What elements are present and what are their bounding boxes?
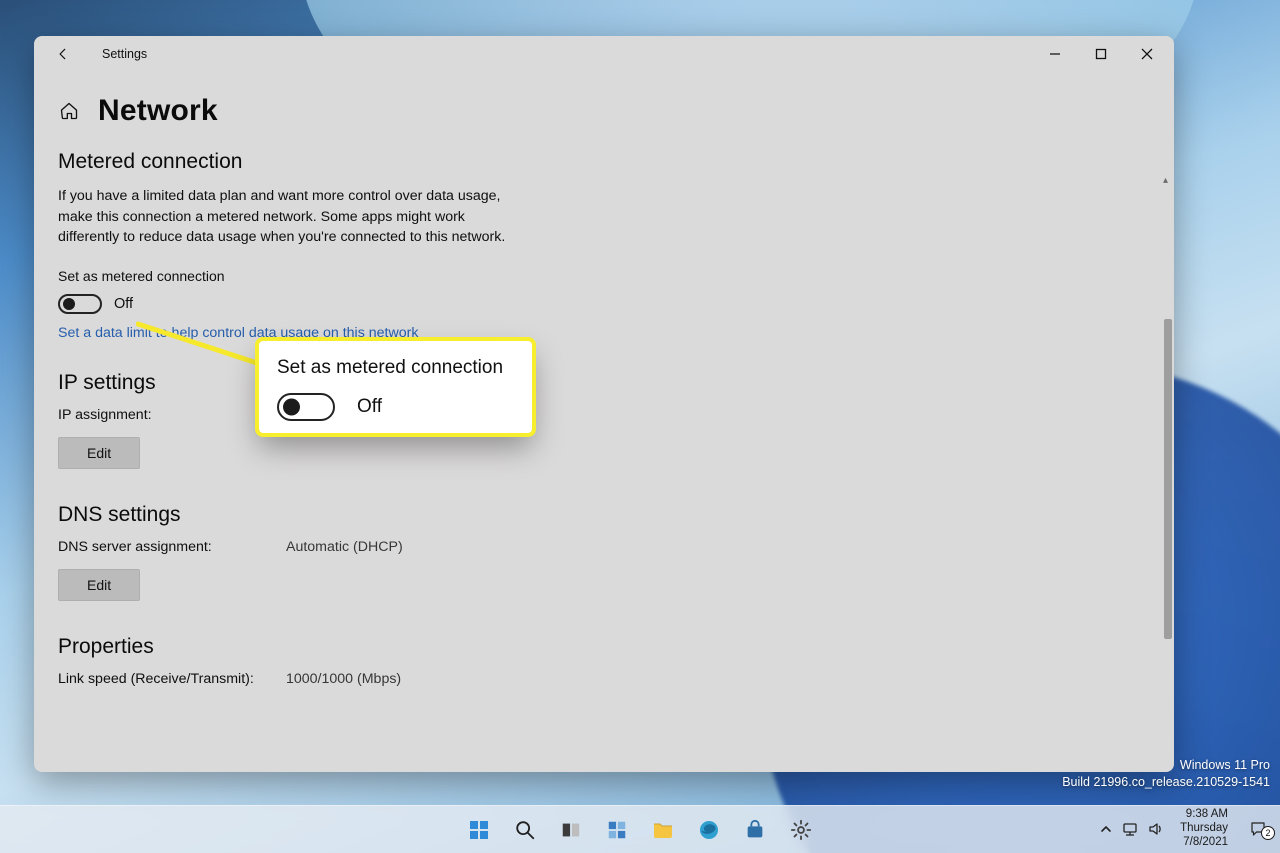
windows-logo-icon (467, 818, 491, 842)
taskbar-taskview[interactable] (554, 813, 588, 847)
page-title: Network (98, 94, 218, 128)
titlebar: Settings (34, 36, 1174, 72)
clock-day: Thursday (1180, 822, 1228, 836)
clock-date: 7/8/2021 (1180, 836, 1228, 850)
folder-icon (651, 818, 675, 842)
metered-toggle-row: Off (58, 294, 1150, 314)
taskbar-edge[interactable] (692, 813, 726, 847)
section-dns-heading: DNS settings (58, 503, 1150, 527)
dns-assignment-row: DNS server assignment: Automatic (DHCP) (58, 539, 1150, 555)
callout-title: Set as metered connection (277, 357, 514, 379)
desktop-edition: Windows 11 Pro (1062, 757, 1270, 774)
task-view-icon (560, 819, 582, 841)
edge-icon (697, 818, 721, 842)
home-icon[interactable] (58, 100, 80, 122)
page-header: Network (58, 94, 1150, 128)
dns-assignment-value: Automatic (DHCP) (286, 539, 403, 555)
arrow-left-icon (56, 47, 70, 61)
scroll-up-arrow[interactable]: ▴ (1163, 176, 1173, 186)
gear-icon (790, 819, 812, 841)
search-icon (514, 819, 536, 841)
close-button[interactable] (1124, 36, 1170, 72)
taskbar-file-explorer[interactable] (646, 813, 680, 847)
taskbar-center (462, 813, 818, 847)
minimize-icon (1049, 48, 1061, 60)
metered-description: If you have a limited data plan and want… (58, 186, 518, 248)
store-icon (744, 819, 766, 841)
link-speed-value: 1000/1000 (Mbps) (286, 671, 401, 687)
taskbar-clock[interactable]: 9:38 AM Thursday 7/8/2021 (1180, 808, 1228, 849)
tray-network-icon[interactable] (1122, 822, 1138, 836)
metered-toggle-label: Set as metered connection (58, 268, 1150, 284)
taskbar-settings[interactable] (784, 813, 818, 847)
callout-panel: Set as metered connection Off (259, 341, 532, 433)
section-properties-heading: Properties (58, 635, 1150, 659)
network-icon (1122, 822, 1138, 836)
back-button[interactable] (48, 39, 78, 69)
settings-window: Settings ▴ Network Metered connection If… (34, 36, 1174, 772)
notifications-badge: 2 (1261, 826, 1275, 840)
start-button[interactable] (462, 813, 496, 847)
taskbar-store[interactable] (738, 813, 772, 847)
section-metered-heading: Metered connection (58, 150, 1150, 174)
scrollbar-thumb[interactable] (1164, 319, 1172, 639)
clock-time: 9:38 AM (1180, 808, 1228, 822)
page-body: ▴ Network Metered connection If you have… (34, 72, 1174, 772)
tray-overflow[interactable] (1100, 823, 1112, 835)
ip-assignment-row: IP assignment: Automatic (DHCP) (58, 407, 1150, 423)
dns-edit-button[interactable]: Edit (58, 569, 140, 601)
close-icon (1141, 48, 1153, 60)
ip-assignment-label: IP assignment: (58, 407, 268, 423)
link-speed-row: Link speed (Receive/Transmit): 1000/1000… (58, 671, 1150, 687)
callout-toggle-state: Off (357, 396, 382, 418)
maximize-button[interactable] (1078, 36, 1124, 72)
system-tray: 9:38 AM Thursday 7/8/2021 2 (1100, 805, 1272, 853)
section-ip-heading: IP settings (58, 371, 1150, 395)
chevron-up-icon (1100, 823, 1112, 835)
dns-assignment-label: DNS server assignment: (58, 539, 268, 555)
metered-toggle[interactable] (58, 294, 102, 314)
link-speed-label: Link speed (Receive/Transmit): (58, 671, 268, 687)
taskbar: 9:38 AM Thursday 7/8/2021 2 (0, 805, 1280, 853)
window-title: Settings (102, 47, 147, 61)
desktop-build: Build 21996.co_release.210529-1541 (1062, 774, 1270, 791)
minimize-button[interactable] (1032, 36, 1078, 72)
maximize-icon (1095, 48, 1107, 60)
callout-toggle[interactable] (277, 393, 335, 421)
taskbar-search[interactable] (508, 813, 542, 847)
taskbar-widgets[interactable] (600, 813, 634, 847)
widgets-icon (606, 819, 628, 841)
tray-volume-icon[interactable] (1148, 822, 1164, 836)
metered-toggle-state: Off (114, 296, 133, 312)
speaker-icon (1148, 822, 1164, 836)
data-limit-link[interactable]: Set a data limit to help control data us… (58, 325, 418, 341)
ip-edit-button[interactable]: Edit (58, 437, 140, 469)
notifications-button[interactable]: 2 (1244, 820, 1272, 838)
desktop-build-info: Windows 11 Pro Build 21996.co_release.21… (1062, 757, 1270, 791)
